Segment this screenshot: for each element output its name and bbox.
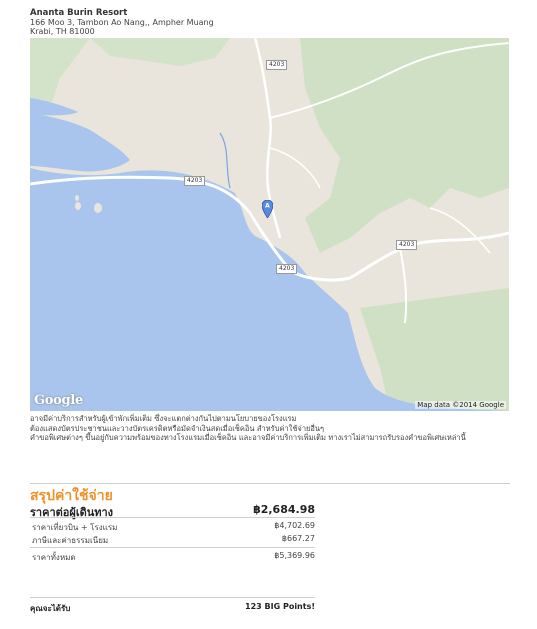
hotel-notes: อาจมีค่าบริการสำหรับผู้เข้าพักเพิ่มเติม … [30, 414, 510, 443]
map-marker-icon[interactable]: A [262, 200, 273, 218]
per-person-value: ฿2,684.98 [253, 503, 315, 516]
road-label-4203-south: 4203 [276, 264, 298, 274]
map-credit[interactable]: Map data ©2014 Google [415, 401, 506, 409]
island-1 [94, 203, 102, 213]
hotel-name: Ananta Burin Resort [30, 8, 128, 18]
earn-points-value: 123 BIG Points! [245, 602, 315, 611]
taxes-fees-label: ภาษีและค่าธรรมเนียม [32, 536, 109, 545]
google-logo: Google [34, 393, 83, 408]
taxes-fees-value: ฿667.27 [281, 534, 315, 543]
total-label: ราคาทั้งหมด [32, 553, 76, 562]
map-marker-label: A [265, 203, 270, 210]
hotel-address-line2: Krabi, TH 81000 [30, 27, 95, 36]
flight-hotel-value: ฿4,702.69 [274, 521, 315, 530]
per-person-divider [30, 517, 315, 518]
map-canvas [30, 38, 509, 411]
section-divider [30, 483, 510, 484]
road-label-4203-north: 4203 [266, 60, 288, 70]
note-line-3: คำขอพิเศษต่างๆ ขึ้นอยู่กับความพร้อมของทา… [30, 433, 466, 442]
per-person-label: ราคาต่อผู้เดินทาง [30, 506, 114, 519]
road-label-4203-west: 4203 [184, 176, 206, 186]
note-line-1: อาจมีค่าบริการสำหรับผู้เข้าพักเพิ่มเติม … [30, 414, 297, 423]
island-2 [75, 202, 81, 210]
total-divider [30, 547, 315, 548]
earn-divider [30, 597, 315, 598]
island-3 [75, 195, 79, 201]
location-map[interactable]: 4203 4203 4203 4203 A Google Map data ©2… [30, 38, 509, 411]
total-value: ฿5,369.96 [274, 551, 315, 560]
flight-hotel-label: ราคาเที่ยวบิน + โรงแรม [32, 523, 118, 532]
earn-label: คุณจะได้รับ [30, 604, 71, 613]
hotel-address-line1: 166 Moo 3, Tambon Ao Nang,, Ampher Muang [30, 18, 214, 27]
note-line-2: ต้องแสดงบัตรประชาชนและวางบัตรเครดิตหรือม… [30, 423, 325, 433]
road-label-4203-east: 4203 [396, 240, 418, 250]
